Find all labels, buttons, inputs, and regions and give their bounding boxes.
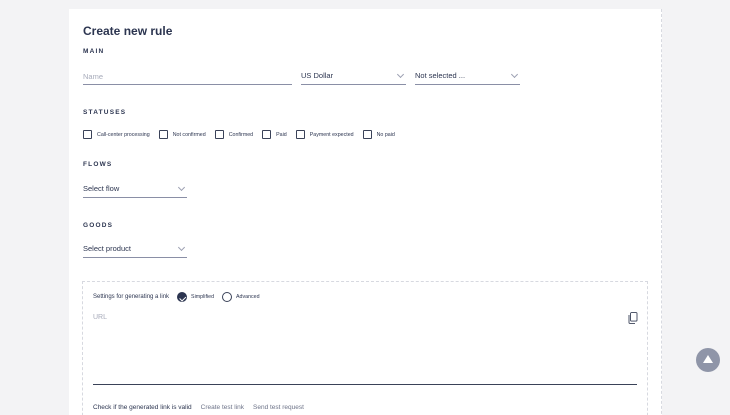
radio-advanced[interactable]: Advanced xyxy=(222,292,260,302)
currency-select-value: US Dollar xyxy=(301,71,334,80)
checkbox-label: No paid xyxy=(376,131,395,138)
status-checkbox-paid[interactable]: Paid xyxy=(262,130,287,139)
checkbox[interactable] xyxy=(362,130,372,139)
section-goods-label: GOODS xyxy=(83,222,114,229)
radio-checked-icon[interactable] xyxy=(177,292,188,302)
link-actions-row: Check if the generated link is valid Cre… xyxy=(93,404,313,411)
chevron-down-icon xyxy=(510,70,519,78)
copy-icon[interactable] xyxy=(628,312,638,324)
scroll-to-top-button[interactable] xyxy=(696,348,720,372)
currency-select[interactable]: US Dollar xyxy=(301,69,406,85)
chevron-down-icon xyxy=(396,70,405,78)
product-select-value: Select product xyxy=(83,244,131,253)
checkbox[interactable] xyxy=(295,130,305,139)
arrow-up-icon xyxy=(703,355,713,363)
chevron-down-icon xyxy=(177,243,186,251)
checkbox-label: Not confirmed xyxy=(172,131,206,138)
not-selected-select[interactable]: Not selected ... xyxy=(415,69,520,85)
link-settings-panel: Settings for generating a link Simplifie… xyxy=(82,281,648,415)
check-link-label: Check if the generated link is valid xyxy=(93,404,192,411)
section-flows-label: FLOWS xyxy=(83,161,113,168)
link-settings-label: Settings for generating a link xyxy=(93,294,170,300)
url-textarea[interactable] xyxy=(93,311,637,385)
name-input[interactable] xyxy=(83,69,292,83)
checkbox[interactable] xyxy=(158,130,168,139)
flow-select[interactable]: Select flow xyxy=(83,182,187,198)
checkbox[interactable] xyxy=(83,130,92,139)
checkbox-label: Payment expected xyxy=(309,131,354,138)
link-mode-row: Settings for generating a link Simplifie… xyxy=(93,292,268,302)
checkbox[interactable] xyxy=(214,130,224,139)
send-test-request-button[interactable]: Send test request xyxy=(253,404,304,411)
checkbox-label: Paid xyxy=(276,131,287,138)
status-checkbox-call-center-processing[interactable]: Call-center processing xyxy=(83,130,150,139)
create-test-link-button[interactable]: Create test link xyxy=(201,404,244,411)
chevron-down-icon xyxy=(177,183,186,191)
radio-unchecked-icon[interactable] xyxy=(222,292,233,302)
section-statuses-label: STATUSES xyxy=(83,109,127,116)
radio-label: Simplified xyxy=(191,294,215,300)
checkbox-label: Confirmed xyxy=(228,131,254,138)
not-selected-select-value: Not selected ... xyxy=(415,71,466,80)
statuses-checkbox-group: Call-center processing Not confirmed Con… xyxy=(83,130,404,139)
flow-select-value: Select flow xyxy=(83,184,120,193)
product-select[interactable]: Select product xyxy=(83,242,187,258)
status-checkbox-confirmed[interactable]: Confirmed xyxy=(214,130,254,139)
rule-form-card: Create new rule MAIN US Dollar Not selec… xyxy=(69,9,662,415)
status-checkbox-payment-expected[interactable]: Payment expected xyxy=(295,130,354,139)
checkbox[interactable] xyxy=(262,130,272,139)
radio-simplified[interactable]: Simplified xyxy=(177,292,214,302)
radio-label: Advanced xyxy=(236,294,260,300)
name-field[interactable] xyxy=(83,69,292,85)
status-checkbox-no-paid[interactable]: No paid xyxy=(362,130,395,139)
section-main-label: MAIN xyxy=(83,48,105,55)
page-title: Create new rule xyxy=(83,24,173,38)
status-checkbox-not-confirmed[interactable]: Not confirmed xyxy=(158,130,206,139)
checkbox-label: Call-center processing xyxy=(97,131,150,138)
